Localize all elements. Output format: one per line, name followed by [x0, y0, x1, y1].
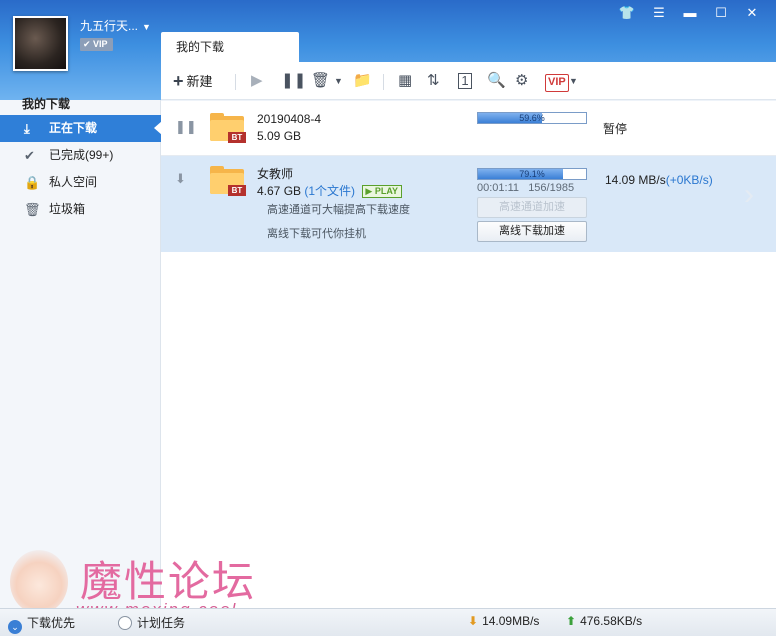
scheduled-task-toggle[interactable]: 计划任务	[118, 614, 185, 631]
pause-icon[interactable]: ❚❚	[281, 72, 306, 90]
sidebar-item-private[interactable]: 🔒 私人空间	[0, 169, 161, 196]
progress-label: 79.1%	[519, 169, 545, 179]
highspeed-hint: 高速通道可大幅提高下载速度	[267, 204, 410, 216]
play-button[interactable]: ▶ PLAY	[362, 185, 402, 198]
sidebar-item-label: 正在下载	[49, 121, 98, 135]
sidebar-item-label: 已完成(99+)	[49, 148, 114, 162]
task-progress-bar: 79.1%	[477, 168, 587, 180]
new-task-button[interactable]: + 新建	[173, 72, 213, 90]
bt-folder-icon: BT	[210, 166, 246, 196]
pause-icon[interactable]: ❚❚	[175, 119, 197, 135]
task-size: 4.67 GB	[257, 184, 302, 198]
vip-badge-label: VIP	[93, 39, 108, 49]
task-list: ❚❚ BT 20190408-4 5.09 GB 59.6% 暂停 ⬇ BT 女…	[161, 101, 776, 608]
open-folder-icon[interactable]: 📁	[353, 72, 372, 90]
watermark-face-image	[10, 550, 68, 614]
sidebar: 我的下载 ⤓ 正在下载 ✔ 已完成(99+) 🔒 私人空间 🗑 垃圾箱	[0, 97, 162, 608]
delete-icon[interactable]: 🗑	[311, 72, 330, 90]
download-arrow-icon: ⬇	[468, 614, 479, 628]
bt-tag: BT	[228, 185, 246, 196]
task-row[interactable]: ❚❚ BT 20190408-4 5.09 GB 59.6% 暂停	[161, 101, 776, 156]
tab-my-downloads[interactable]: 我的下载	[161, 32, 299, 62]
task-name: 20190408-4	[257, 112, 322, 126]
vip-dropdown-icon[interactable]: ▼	[569, 72, 578, 90]
new-task-label: 新建	[186, 74, 213, 89]
check-icon: ✔	[24, 148, 35, 163]
start-icon[interactable]: ▶	[251, 72, 263, 90]
task-name: 女教师	[257, 167, 294, 181]
sidebar-item-label: 垃圾箱	[49, 202, 86, 216]
highspeed-accelerate-button[interactable]: 高速通道加速	[477, 197, 587, 218]
task-row[interactable]: ⬇ BT 女教师 4.67 GB (1个文件) ▶ PLAY 高速通道可大幅提高…	[161, 156, 776, 252]
chevron-right-icon[interactable]: ›	[744, 178, 754, 212]
bt-tag: BT	[228, 132, 246, 143]
username-menu[interactable]: 九五行天... ▼	[80, 17, 151, 34]
plus-icon: +	[173, 71, 184, 91]
toolbar-divider	[235, 74, 236, 90]
progress-label: 59.6%	[519, 113, 545, 123]
upload-speed-value: 476.58KB/s	[580, 614, 643, 628]
task-size-line: 4.67 GB (1个文件) ▶ PLAY	[257, 182, 402, 199]
priority-icon: ⌄	[8, 620, 22, 634]
sidebar-item-completed[interactable]: ✔ 已完成(99+)	[0, 142, 161, 169]
toolbar: + 新建 ▶ ❚❚ 🗑 ▼ 📁 ▦ ⇅ 1 🔍 ⚙ VIP ▼	[161, 62, 776, 100]
delete-dropdown-icon[interactable]: ▼	[334, 72, 343, 90]
avatar[interactable]	[13, 16, 68, 71]
single-task-icon[interactable]: 1	[458, 73, 472, 89]
lock-icon: 🔒	[24, 175, 41, 190]
download-icon: ⤓	[24, 121, 30, 136]
watermark: 魔性论坛 www.moxing.cool	[10, 540, 285, 619]
offline-accelerate-button[interactable]: 离线下载加速	[477, 221, 587, 242]
settings-gear-icon[interactable]: ⚙	[515, 72, 528, 90]
offline-hint: 离线下载可代你挂机	[267, 228, 366, 240]
sort-icon[interactable]: ⇅	[427, 72, 440, 90]
sidebar-item-downloading[interactable]: ⤓ 正在下载	[0, 115, 162, 142]
total-upload-speed: ⬆ 476.58KB/s	[566, 614, 642, 628]
piece-count: 156/1985	[528, 182, 575, 194]
task-progress-bar: 59.6%	[477, 112, 587, 124]
menu-icon[interactable]: ☰	[649, 5, 669, 21]
downloading-arrow-icon[interactable]: ⬇	[175, 171, 186, 187]
schedule-label: 计划任务	[137, 616, 186, 630]
priority-label: 下载优先	[27, 616, 76, 630]
play-label: PLAY	[374, 186, 398, 196]
sidebar-item-label: 私人空间	[49, 175, 98, 189]
download-speed-value: 14.09MB/s	[482, 614, 540, 628]
sidebar-title: 我的下载	[22, 97, 71, 111]
task-size: 5.09 GB	[257, 129, 302, 143]
task-speed-extra: (+0KB/s)	[665, 173, 713, 187]
view-grid-icon[interactable]: ▦	[398, 72, 412, 90]
sidebar-item-trash[interactable]: 🗑 垃圾箱	[0, 196, 161, 223]
elapsed-info: 00:01:11 156/1985	[477, 182, 574, 194]
upload-arrow-icon: ⬆	[566, 614, 577, 628]
chevron-down-icon: ▼	[142, 22, 151, 32]
vip-badge[interactable]: ✔ VIP	[80, 38, 113, 51]
close-icon[interactable]: ✕	[742, 5, 762, 21]
task-speed: 14.09 MB/s	[605, 173, 666, 187]
maximize-icon[interactable]: ☐	[711, 5, 731, 21]
task-speed-line: 14.09 MB/s(+0KB/s)	[605, 173, 713, 187]
bt-folder-icon: BT	[210, 113, 246, 143]
clock-icon	[118, 616, 132, 630]
trash-icon: 🗑	[24, 202, 41, 217]
download-priority-toggle[interactable]: ⌄ 下载优先	[8, 614, 75, 634]
elapsed-time: 00:01:11	[477, 182, 520, 194]
file-count-link[interactable]: (1个文件)	[304, 184, 355, 198]
task-status: 暂停	[603, 122, 628, 136]
skin-icon[interactable]: 👕	[617, 5, 637, 21]
username-label: 九五行天...	[80, 19, 139, 33]
status-bar: ⌄ 下载优先 计划任务 ⬇ 14.09MB/s ⬆ 476.58KB/s	[0, 608, 776, 636]
search-icon[interactable]: 🔍	[487, 72, 506, 90]
vip-icon[interactable]: VIP	[545, 74, 569, 92]
toolbar-divider	[383, 74, 384, 90]
minimize-icon[interactable]: ▬	[680, 5, 700, 20]
total-download-speed: ⬇ 14.09MB/s	[468, 614, 539, 628]
